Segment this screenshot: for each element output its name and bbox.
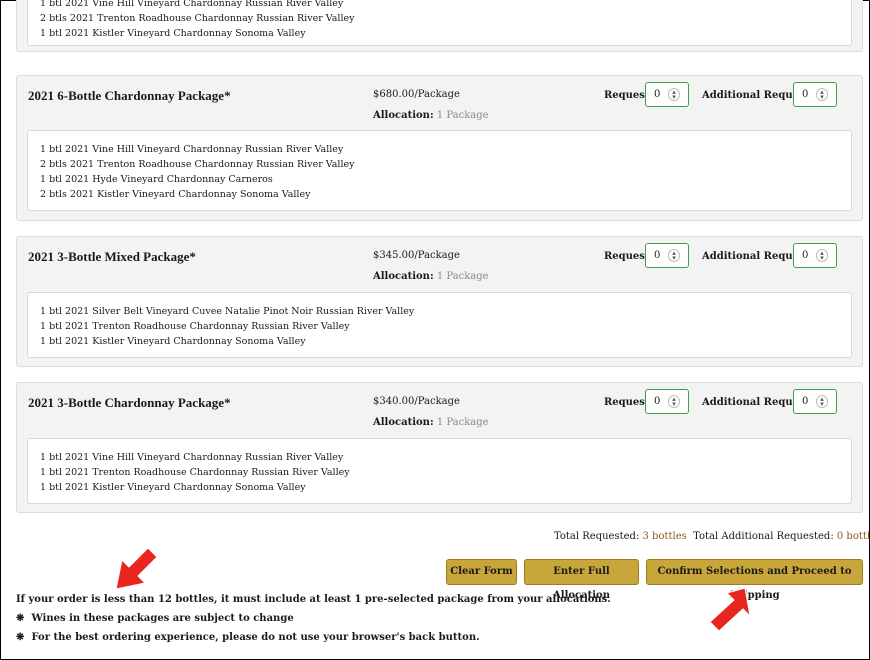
clear-form-button[interactable]: Clear Form <box>446 559 517 585</box>
request-stepper[interactable]: 0 ▴ ▾ <box>645 82 689 107</box>
total-requested-label: Total Requested: <box>554 531 640 542</box>
spinner-icon[interactable]: ▴ ▾ <box>668 249 680 262</box>
package-card: 2021 3-Bottle Mixed Package* $345.00/Pac… <box>16 236 863 367</box>
request-stepper[interactable]: 0 ▴ ▾ <box>645 243 689 268</box>
list-item: 1 btl 2021 Vine Hill Vineyard Chardonnay… <box>40 144 344 155</box>
annotation-arrow-icon <box>115 547 158 590</box>
total-additional-label: Total Additional Requested: <box>693 531 834 542</box>
package-title: 2021 3-Bottle Mixed Package* <box>28 249 196 264</box>
list-item: 2 btls 2021 Trenton Roadhouse Chardonnay… <box>40 13 355 24</box>
package-allocation: Allocation: 1 Package <box>373 110 489 121</box>
spinner-icon[interactable]: ▴ ▾ <box>816 88 828 101</box>
spinner-icon[interactable]: ▴ ▾ <box>668 395 680 408</box>
list-item: 2 btls 2021 Trenton Roadhouse Chardonnay… <box>40 159 355 170</box>
additional-request-stepper[interactable]: 0 ▴ ▾ <box>793 82 837 107</box>
total-requested-value: 3 bottles <box>642 531 687 542</box>
total-additional-value: 0 bottles <box>836 531 870 542</box>
list-item: 1 btl 2021 Vine Hill Vineyard Chardonnay… <box>40 0 344 9</box>
package-contents: 1 btl 2021 Silver Belt Vineyard Cuvee Na… <box>27 292 852 358</box>
additional-request-stepper[interactable]: 0 ▴ ▾ <box>793 243 837 268</box>
confirm-selections-button[interactable]: Confirm Selections and Proceed to Shippi… <box>646 559 863 601</box>
list-item: 1 btl 2021 Trenton Roadhouse Chardonnay … <box>40 321 350 332</box>
spinner-icon[interactable]: ▴ ▾ <box>816 395 828 408</box>
asterisk-icon: ❋ <box>16 613 25 624</box>
package-card: 2021 3-Bottle Chardonnay Package* $340.0… <box>16 382 863 513</box>
request-stepper[interactable]: 0 ▴ ▾ <box>645 389 689 414</box>
package-title: 2021 3-Bottle Chardonnay Package* <box>28 395 231 410</box>
list-item: 1 btl 2021 Kistler Vineyard Chardonnay S… <box>40 482 306 493</box>
package-price: $340.00/Package <box>373 396 460 407</box>
spinner-icon[interactable]: ▴ ▾ <box>816 249 828 262</box>
package-title: 2021 6-Bottle Chardonnay Package* <box>28 88 231 103</box>
list-item: 1 btl 2021 Vine Hill Vineyard Chardonnay… <box>40 452 344 463</box>
package-allocation: Allocation: 1 Package <box>373 271 489 282</box>
minimum-order-warning: If your order is less than 12 bottles, i… <box>16 594 611 605</box>
package-price: $345.00/Package <box>373 250 460 261</box>
annotation-arrow-icon <box>709 587 751 632</box>
list-item: 1 btl 2021 Kistler Vineyard Chardonnay S… <box>40 28 306 39</box>
totals-summary: Total Requested: 3 bottles Total Additio… <box>554 531 870 542</box>
list-item: 1 btl 2021 Silver Belt Vineyard Cuvee Na… <box>40 306 415 317</box>
package-contents: 1 btl 2021 Vine Hill Vineyard Chardonnay… <box>27 130 852 211</box>
package-contents: 1 btl 2021 Vine Hill Vineyard Chardonnay… <box>27 0 852 46</box>
asterisk-icon: ❋ <box>16 632 25 643</box>
back-button-note: ❋ For the best ordering experience, plea… <box>16 632 480 643</box>
list-item: 1 btl 2021 Hyde Vineyard Chardonnay Carn… <box>40 174 273 185</box>
spinner-icon[interactable]: ▴ ▾ <box>668 88 680 101</box>
package-price: $680.00/Package <box>373 89 460 100</box>
list-item: 1 btl 2021 Trenton Roadhouse Chardonnay … <box>40 467 350 478</box>
package-contents: 1 btl 2021 Vine Hill Vineyard Chardonnay… <box>27 438 852 504</box>
list-item: 1 btl 2021 Kistler Vineyard Chardonnay S… <box>40 336 306 347</box>
list-item: 2 btls 2021 Kistler Vineyard Chardonnay … <box>40 189 311 200</box>
package-allocation: Allocation: 1 Package <box>373 417 489 428</box>
package-card-top: 1 btl 2021 Vine Hill Vineyard Chardonnay… <box>16 0 863 52</box>
enter-full-allocation-button[interactable]: Enter Full Allocation <box>524 559 639 601</box>
package-change-note: ❋ Wines in these packages are subject to… <box>16 613 294 624</box>
package-card: 2021 6-Bottle Chardonnay Package* $680.0… <box>16 75 863 221</box>
additional-request-stepper[interactable]: 0 ▴ ▾ <box>793 389 837 414</box>
